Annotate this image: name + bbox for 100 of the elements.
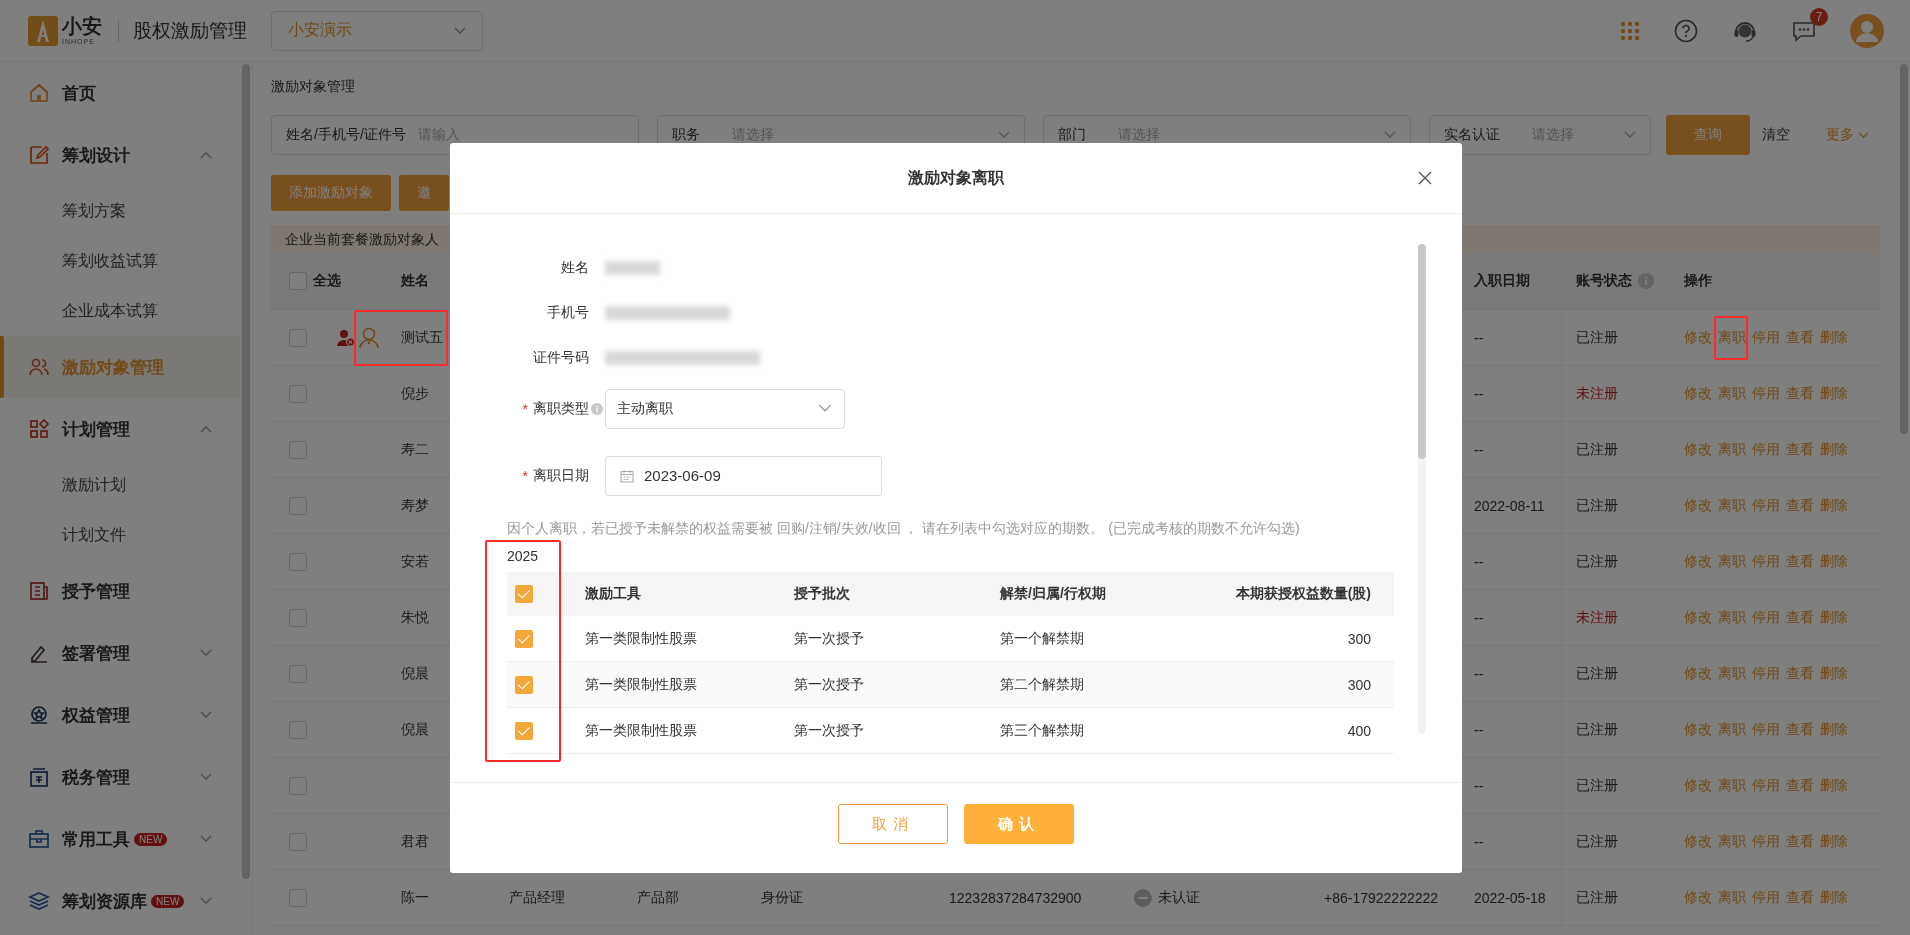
row-action-link[interactable]: 修改 xyxy=(1684,888,1712,907)
row-action-link[interactable]: 删除 xyxy=(1820,440,1848,459)
row-action-link[interactable]: 修改 xyxy=(1684,664,1712,683)
row-action-link[interactable]: 删除 xyxy=(1820,776,1848,795)
row-action-link[interactable]: 停用 xyxy=(1752,384,1780,403)
checkbox[interactable] xyxy=(289,440,307,459)
row-action-link[interactable]: 查看 xyxy=(1786,440,1814,459)
confirm-button[interactable]: 确认 xyxy=(964,804,1074,844)
checkbox[interactable] xyxy=(289,832,307,851)
checkbox[interactable] xyxy=(289,496,307,515)
row-action-link[interactable]: 修改 xyxy=(1684,552,1712,571)
action-button[interactable]: 邀 xyxy=(399,175,449,211)
row-action-link[interactable]: 查看 xyxy=(1786,720,1814,739)
sidebar-item[interactable]: 权益管理 xyxy=(0,684,240,746)
row-action-link[interactable]: 修改 xyxy=(1684,328,1712,347)
row-action-link[interactable]: 删除 xyxy=(1820,720,1848,739)
row-action-link[interactable]: 停用 xyxy=(1752,888,1780,907)
row-action-link[interactable]: 停用 xyxy=(1752,776,1780,795)
date-field[interactable]: 2023-06-09 xyxy=(605,455,882,496)
leave-type-select[interactable]: 主动离职 xyxy=(605,388,845,429)
row-action-link[interactable]: 删除 xyxy=(1820,552,1848,571)
row-action-link[interactable]: 查看 xyxy=(1786,832,1814,851)
checkbox[interactable] xyxy=(289,328,307,347)
row-action-link[interactable]: 删除 xyxy=(1820,832,1848,851)
checkbox[interactable] xyxy=(289,608,307,627)
scrollbar-thumb[interactable] xyxy=(242,64,250,879)
row-action-link[interactable]: 离职 xyxy=(1718,664,1746,683)
row-action-link[interactable]: 离职 xyxy=(1718,440,1746,459)
row-action-link[interactable]: 停用 xyxy=(1752,720,1780,739)
row-action-link[interactable]: 离职 xyxy=(1718,832,1746,851)
row-action-link[interactable]: 查看 xyxy=(1786,776,1814,795)
row-action-link[interactable]: 停用 xyxy=(1752,440,1780,459)
row-action-link[interactable]: 离职 xyxy=(1718,776,1746,795)
row-action-link[interactable]: 修改 xyxy=(1684,832,1712,851)
checkbox[interactable] xyxy=(289,776,307,795)
sidebar-item[interactable]: 税务管理 xyxy=(0,746,240,808)
row-action-link[interactable]: 停用 xyxy=(1752,552,1780,571)
sidebar-subitem[interactable]: 激励计划 xyxy=(0,460,240,510)
row-action-link[interactable]: 修改 xyxy=(1684,608,1712,627)
row-action-link[interactable]: 停用 xyxy=(1752,832,1780,851)
checkbox[interactable] xyxy=(515,629,533,648)
avatar-icon[interactable] xyxy=(1850,13,1884,48)
row-action-link[interactable]: 修改 xyxy=(1684,384,1712,403)
checkbox[interactable] xyxy=(289,272,307,290)
row-action-link[interactable]: 修改 xyxy=(1684,440,1712,459)
search-button[interactable]: 查询 xyxy=(1666,115,1750,155)
sidebar-item[interactable]: 授予管理 xyxy=(0,560,240,622)
row-action-link[interactable]: 删除 xyxy=(1820,608,1848,627)
row-action-link[interactable]: 查看 xyxy=(1786,328,1814,347)
row-action-link[interactable]: 查看 xyxy=(1786,552,1814,571)
checkbox[interactable] xyxy=(515,585,533,603)
row-action-link[interactable]: 删除 xyxy=(1820,888,1848,907)
row-action-link[interactable]: 离职 xyxy=(1718,384,1746,403)
checkbox[interactable] xyxy=(289,888,307,907)
row-action-link[interactable]: 停用 xyxy=(1752,608,1780,627)
close-icon[interactable] xyxy=(1418,171,1432,185)
sidebar-item[interactable]: 签署管理 xyxy=(0,622,240,684)
sidebar-item[interactable]: 常用工具 NEW xyxy=(0,808,240,870)
row-action-link[interactable]: 查看 xyxy=(1786,888,1814,907)
sidebar-item[interactable]: 首页 xyxy=(0,62,240,124)
row-action-link[interactable]: 删除 xyxy=(1820,664,1848,683)
sidebar-subitem[interactable]: 筹划方案 xyxy=(0,186,240,236)
sidebar-subitem[interactable]: 计划文件 xyxy=(0,510,240,560)
sidebar-subitem[interactable]: 企业成本试算 xyxy=(0,286,240,336)
row-action-link[interactable]: 离职 xyxy=(1718,552,1746,571)
sidebar-item[interactable]: 计划管理 xyxy=(0,398,240,460)
checkbox[interactable] xyxy=(289,384,307,403)
sidebar-item[interactable]: 激励对象管理 xyxy=(0,336,240,398)
sidebar-item[interactable]: 筹划资源库 NEW xyxy=(0,870,240,932)
cancel-button[interactable]: 取消 xyxy=(838,804,948,844)
checkbox[interactable] xyxy=(289,720,307,739)
row-action-link[interactable]: 修改 xyxy=(1684,720,1712,739)
sidebar-item[interactable]: 筹划设计 xyxy=(0,124,240,186)
more-link[interactable]: 更多 xyxy=(1826,126,1869,144)
scrollbar-thumb[interactable] xyxy=(1900,64,1908,434)
checkbox[interactable] xyxy=(515,721,533,740)
row-action-link[interactable]: 离职 xyxy=(1718,720,1746,739)
row-action-link[interactable]: 停用 xyxy=(1752,496,1780,515)
checkbox[interactable] xyxy=(289,664,307,683)
info-icon[interactable] xyxy=(1638,273,1654,289)
row-action-link[interactable]: 修改 xyxy=(1684,496,1712,515)
row-action-link[interactable]: 查看 xyxy=(1786,384,1814,403)
row-action-link[interactable]: 删除 xyxy=(1820,384,1848,403)
row-action-link[interactable]: 离职 xyxy=(1718,328,1746,347)
sidebar-subitem[interactable]: 筹划收益试算 xyxy=(0,236,240,286)
help-icon[interactable] xyxy=(1674,18,1698,43)
info-icon[interactable] xyxy=(591,402,603,415)
checkbox[interactable] xyxy=(289,552,307,571)
row-action-link[interactable]: 离职 xyxy=(1718,888,1746,907)
row-action-link[interactable]: 修改 xyxy=(1684,776,1712,795)
clear-link[interactable]: 清空 xyxy=(1762,126,1790,144)
row-action-link[interactable]: 离职 xyxy=(1718,608,1746,627)
row-action-link[interactable]: 删除 xyxy=(1820,328,1848,347)
row-action-link[interactable]: 删除 xyxy=(1820,496,1848,515)
row-action-link[interactable]: 离职 xyxy=(1718,496,1746,515)
row-action-link[interactable]: 查看 xyxy=(1786,664,1814,683)
chat-icon[interactable] xyxy=(1792,19,1816,42)
action-button[interactable]: 添加激励对象 xyxy=(271,175,391,211)
row-action-link[interactable]: 查看 xyxy=(1786,608,1814,627)
scrollbar-thumb[interactable] xyxy=(1418,244,1426,459)
